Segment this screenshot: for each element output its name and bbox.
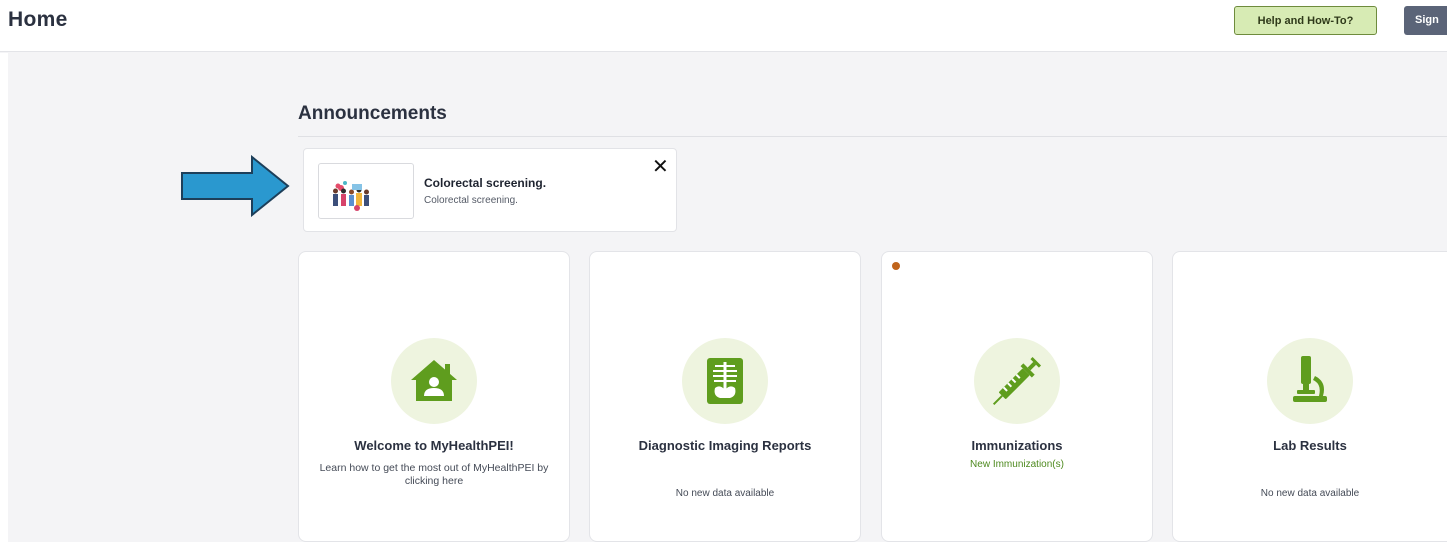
tile-welcome[interactable]: Welcome to MyHealthPEI! Learn how to get… xyxy=(298,251,570,542)
tile-immunizations[interactable]: Immunizations New Immunization(s) xyxy=(881,251,1153,542)
close-icon[interactable]: ✕ xyxy=(652,157,669,177)
tile-lab-results[interactable]: Lab Results No new data available xyxy=(1172,251,1447,542)
tile-title: Diagnostic Imaging Reports xyxy=(638,438,812,453)
microscope-icon xyxy=(1293,356,1327,402)
tile-title: Welcome to MyHealthPEI! xyxy=(354,438,514,453)
xray-icon xyxy=(707,358,743,404)
people-illustration-icon xyxy=(333,181,369,211)
tile-icon-circle xyxy=(974,338,1060,424)
tile-status: New Immunization(s) xyxy=(970,459,1064,470)
tile-icon-circle xyxy=(391,338,477,424)
syringe-icon xyxy=(992,356,1042,406)
sign-out-button[interactable]: Sign xyxy=(1404,6,1447,35)
announcement-thumbnail xyxy=(318,163,414,219)
announcement-card[interactable]: Colorectal screening. Colorectal screeni… xyxy=(303,148,677,232)
tile-title: Lab Results xyxy=(1273,438,1347,453)
tile-status: No new data available xyxy=(675,488,775,499)
new-indicator-dot xyxy=(892,262,900,270)
announcement-subtitle: Colorectal screening. xyxy=(424,195,518,206)
left-strip xyxy=(0,53,8,542)
tile-icon-circle xyxy=(1267,338,1353,424)
page-title: Home xyxy=(8,8,68,31)
tile-description: Learn how to get the most out of MyHealt… xyxy=(319,462,549,487)
tile-title: Immunizations xyxy=(971,438,1063,453)
top-bar: Home Help and How-To? Sign xyxy=(0,0,1447,52)
tile-diagnostic-imaging[interactable]: Diagnostic Imaging Reports No new data a… xyxy=(589,251,861,542)
tile-status: No new data available xyxy=(1260,488,1360,499)
tile-icon-circle xyxy=(682,338,768,424)
announcement-title: Colorectal screening. xyxy=(424,176,547,190)
announcements-divider xyxy=(298,136,1447,137)
announcements-heading: Announcements xyxy=(298,103,447,124)
home-person-icon xyxy=(411,360,457,401)
help-and-how-to-button[interactable]: Help and How-To? xyxy=(1234,6,1377,35)
pointer-arrow-icon xyxy=(181,155,290,217)
